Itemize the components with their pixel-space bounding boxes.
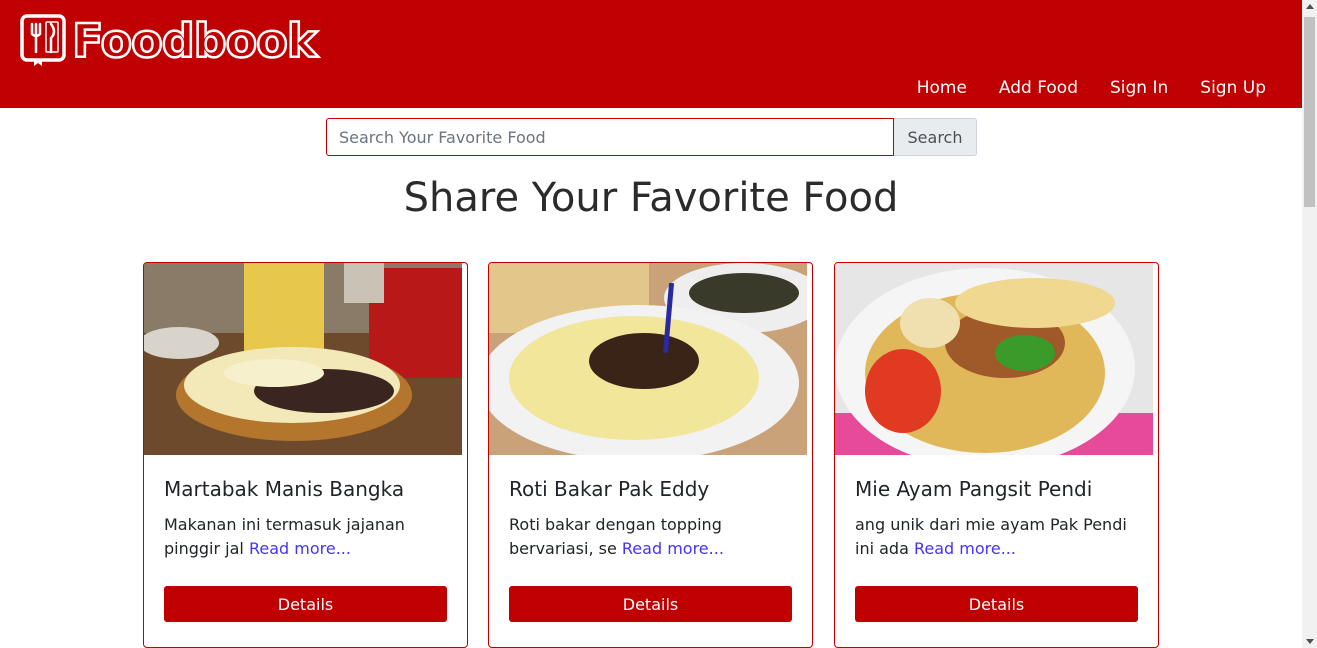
- search-button[interactable]: Search: [894, 118, 977, 156]
- scroll-down-arrow-icon[interactable]: [1306, 639, 1314, 644]
- read-more-link[interactable]: Read more...: [249, 539, 351, 558]
- brand-logo-link[interactable]: Foodbook: [20, 13, 319, 70]
- food-card: Martabak Manis Bangka Makanan ini termas…: [143, 262, 468, 648]
- card-title: Martabak Manis Bangka: [164, 477, 405, 501]
- brand-name: Foodbook: [71, 13, 319, 70]
- card-body: Martabak Manis Bangka Makanan ini termas…: [144, 455, 467, 622]
- roti-bakar-photo: [489, 263, 807, 455]
- card-excerpt: Roti bakar dengan topping bervariasi, se…: [509, 515, 724, 558]
- read-more-link[interactable]: Read more...: [914, 539, 1016, 558]
- card-title: Mie Ayam Pangsit Pendi: [855, 477, 1093, 501]
- nav-home-link[interactable]: Home: [917, 76, 967, 100]
- card-body: Roti Bakar Pak Eddy Roti bakar dengan to…: [489, 455, 812, 622]
- page-title: Share Your Favorite Food: [403, 175, 899, 221]
- nav-sign-up-link[interactable]: Sign Up: [1200, 76, 1266, 100]
- vertical-scrollbar[interactable]: [1302, 0, 1317, 648]
- nav-add-food-link[interactable]: Add Food: [999, 76, 1078, 100]
- details-button[interactable]: Details: [509, 586, 792, 622]
- scrollbar-thumb[interactable]: [1304, 17, 1315, 207]
- search-input[interactable]: [326, 118, 894, 156]
- mie-ayam-photo: [835, 263, 1153, 455]
- read-more-link[interactable]: Read more...: [622, 539, 724, 558]
- food-card: Roti Bakar Pak Eddy Roti bakar dengan to…: [488, 262, 813, 648]
- main-nav: Home Add Food Sign In Sign Up: [885, 76, 1266, 100]
- details-button[interactable]: Details: [855, 586, 1138, 622]
- card-title: Roti Bakar Pak Eddy: [509, 477, 710, 501]
- scroll-up-arrow-icon[interactable]: [1306, 4, 1314, 9]
- search-form: Search: [326, 118, 977, 156]
- card-body: Mie Ayam Pangsit Pendi ang unik dari mie…: [835, 455, 1158, 622]
- navbar: Foodbook Home Add Food Sign In Sign Up: [0, 0, 1302, 108]
- card-excerpt: ang unik dari mie ayam Pak Pendi ini ada…: [855, 515, 1127, 558]
- martabak-manis-photo: [144, 263, 462, 455]
- details-button[interactable]: Details: [164, 586, 447, 622]
- food-menu-book-icon: [20, 14, 66, 66]
- nav-sign-in-link[interactable]: Sign In: [1110, 76, 1168, 100]
- card-excerpt: Makanan ini termasuk jajanan pinggir jal…: [164, 515, 405, 558]
- food-card: Mie Ayam Pangsit Pendi ang unik dari mie…: [834, 262, 1159, 648]
